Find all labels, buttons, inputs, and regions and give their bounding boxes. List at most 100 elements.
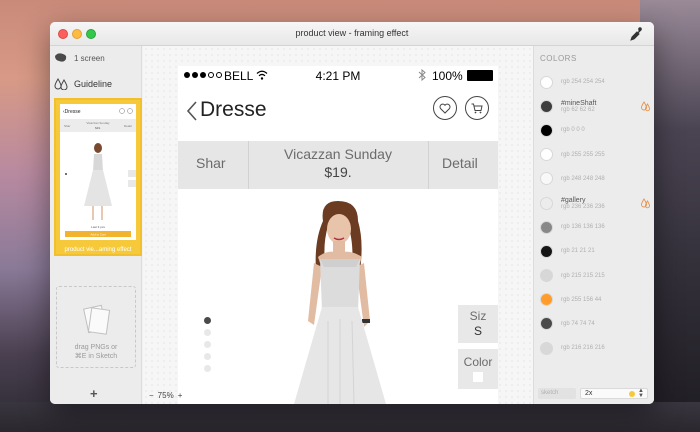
color-swatch bbox=[540, 196, 553, 210]
screens-sidebar: 1 screen Guideline ‹Dresse Vicazzan Sund… bbox=[50, 46, 142, 404]
nav-title: Dresse bbox=[200, 98, 267, 121]
svg-text:‹Dresse: ‹Dresse bbox=[63, 109, 81, 115]
scale-select[interactable]: 2x ▲ ▼ bbox=[580, 388, 648, 399]
product-image-area: Siz S Color bbox=[178, 189, 498, 404]
cart-button[interactable] bbox=[465, 96, 489, 120]
zoom-level: 75% bbox=[157, 391, 174, 400]
detail-tab[interactable]: Detail bbox=[442, 155, 478, 171]
color-rgb-value: rgb 0 0 0 bbox=[561, 127, 585, 134]
zoom-control: − 75% + bbox=[149, 391, 182, 400]
color-name: #mineShaft bbox=[561, 99, 597, 107]
color-list: rgb 254 254 254 #mineShaft rgb 62 62 62 rgb… bbox=[540, 70, 652, 360]
drop-zone-hint: drag PNGs or ⌘E in Sketch bbox=[74, 344, 118, 360]
size-selector[interactable]: Siz S bbox=[458, 305, 498, 343]
screens-count-label: 1 screen bbox=[74, 53, 105, 63]
guideline-row[interactable]: Guideline bbox=[54, 78, 112, 90]
info-icon bbox=[629, 391, 635, 397]
color-list-item[interactable]: rgb 216 216 216 bbox=[540, 336, 652, 360]
battery-percent: 100% bbox=[432, 69, 463, 83]
colors-panel: COLORS rgb 254 254 254 #mineShaft rgb 62 6… bbox=[533, 46, 654, 404]
color-list-item[interactable]: rgb 21 21 21 bbox=[540, 239, 652, 263]
share-tab[interactable]: Shar bbox=[196, 155, 226, 171]
favorite-button[interactable] bbox=[433, 96, 457, 120]
png-drop-zone[interactable]: drag PNGs or ⌘E in Sketch bbox=[56, 286, 136, 368]
color-rgb-value: rgb 254 254 254 bbox=[561, 79, 605, 86]
color-swatch bbox=[473, 372, 483, 382]
phone-screen-preview[interactable]: BELL 4:21 PM 100% Dresse Shar Vicazzan S… bbox=[178, 66, 498, 404]
color-swatch bbox=[540, 269, 553, 283]
pager-dot[interactable] bbox=[204, 341, 211, 348]
color-list-item[interactable]: #gallery rgb 236 236 236 bbox=[540, 191, 652, 215]
zoom-in-button[interactable]: + bbox=[178, 391, 183, 400]
color-list-item[interactable]: rgb 0 0 0 bbox=[540, 118, 652, 142]
color-drops-icon[interactable] bbox=[641, 198, 650, 209]
color-swatch bbox=[540, 99, 553, 113]
svg-text:Last 3 pcs: Last 3 pcs bbox=[91, 225, 105, 229]
color-list-item[interactable]: #mineShaft rgb 62 62 62 bbox=[540, 94, 652, 118]
color-swatch bbox=[540, 172, 553, 186]
color-rgb-value: rgb 236 236 236 bbox=[561, 203, 605, 210]
preview-canvas: BELL 4:21 PM 100% Dresse Shar Vicazzan S… bbox=[143, 46, 533, 404]
bluetooth-icon bbox=[418, 69, 426, 81]
color-name: #gallery bbox=[561, 196, 586, 204]
app-window: product view - framing effect 1 screen G… bbox=[50, 22, 654, 404]
title-bar: product view - framing effect bbox=[50, 22, 654, 46]
eyedropper-icon[interactable] bbox=[630, 27, 642, 41]
pager-dot[interactable] bbox=[204, 353, 211, 360]
color-list-item[interactable]: rgb 255 156 44 bbox=[540, 288, 652, 312]
color-rgb-value: rgb 215 215 215 bbox=[561, 272, 605, 279]
color-swatch bbox=[540, 148, 553, 162]
color-selector[interactable]: Color bbox=[458, 349, 498, 389]
heart-icon bbox=[439, 103, 451, 114]
color-list-item[interactable]: rgb 248 248 248 bbox=[540, 167, 652, 191]
color-list-item[interactable]: rgb 136 136 136 bbox=[540, 215, 652, 239]
select-arrows-icon: ▲ ▼ bbox=[638, 388, 644, 399]
product-price: $19. bbox=[324, 164, 352, 180]
window-title: product view - framing effect bbox=[295, 28, 409, 38]
color-rgb-value: rgb 21 21 21 bbox=[561, 248, 595, 255]
color-rgb-value: rgb 62 62 62 bbox=[561, 106, 595, 113]
product-name: Vicazzan Sunday bbox=[284, 146, 392, 162]
svg-text:Add to Cart: Add to Cart bbox=[90, 233, 105, 237]
color-rgb-value: rgb 248 248 248 bbox=[561, 175, 605, 182]
zoom-out-button[interactable]: − bbox=[149, 391, 154, 400]
thumbnail-caption: product vie...aming effect bbox=[64, 247, 132, 253]
back-chevron-icon[interactable] bbox=[186, 100, 198, 122]
color-list-item[interactable]: rgb 255 255 255 bbox=[540, 143, 652, 167]
dress-model-photo bbox=[294, 201, 386, 404]
screen-thumbnail-card[interactable]: ‹Dresse Vicazzan Sunday $19. Shar Detail bbox=[54, 98, 142, 256]
image-pager[interactable] bbox=[204, 317, 211, 372]
color-swatch bbox=[540, 220, 553, 234]
guideline-label: Guideline bbox=[74, 79, 113, 89]
battery-icon bbox=[467, 70, 493, 81]
color-swatch bbox=[540, 123, 553, 137]
colors-header: COLORS bbox=[540, 54, 577, 63]
color-swatch bbox=[540, 341, 553, 355]
pager-dot[interactable] bbox=[204, 317, 211, 324]
add-screen-button[interactable]: + bbox=[90, 386, 98, 401]
desktop-ground bbox=[0, 402, 700, 432]
color-list-item[interactable]: rgb 254 254 254 bbox=[540, 70, 652, 94]
divider bbox=[428, 141, 429, 189]
svg-text:$19.: $19. bbox=[95, 126, 101, 130]
shopping-cart-icon bbox=[471, 103, 483, 113]
color-rgb-value: rgb 136 136 136 bbox=[561, 224, 605, 231]
color-swatch bbox=[540, 75, 553, 89]
ios-status-bar: BELL 4:21 PM 100% bbox=[178, 66, 498, 88]
color-rgb-value: rgb 255 255 255 bbox=[561, 151, 605, 158]
size-label: Siz bbox=[469, 309, 487, 323]
nav-bar: Dresse bbox=[178, 88, 498, 132]
guideline-drops-icon bbox=[54, 78, 68, 90]
colors-footer: sketch 2x ▲ ▼ bbox=[538, 388, 650, 400]
color-swatch bbox=[540, 244, 553, 258]
color-drops-icon[interactable] bbox=[641, 101, 650, 112]
pager-dot[interactable] bbox=[204, 365, 211, 372]
pager-dot[interactable] bbox=[204, 329, 211, 336]
color-list-item[interactable]: rgb 74 74 74 bbox=[540, 312, 652, 336]
color-list-item[interactable]: rgb 215 215 215 bbox=[540, 264, 652, 288]
color-swatch bbox=[540, 293, 553, 307]
thumbnail-miniature-image: ‹Dresse Vicazzan Sunday $19. Shar Detail bbox=[60, 108, 136, 237]
size-value: S bbox=[473, 324, 482, 338]
svg-text:Shar: Shar bbox=[64, 124, 70, 128]
sketch-export-field[interactable]: sketch bbox=[538, 388, 576, 399]
